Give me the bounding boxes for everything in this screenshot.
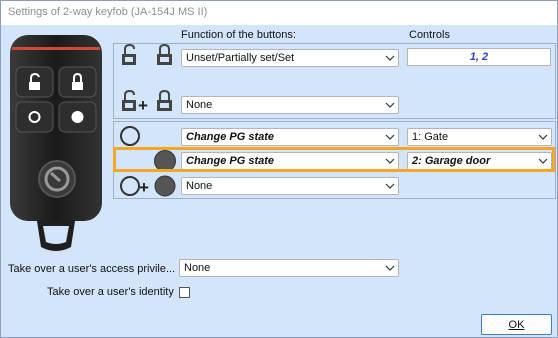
function-header: Function of the buttons: — [181, 29, 296, 41]
controls-header: Controls — [409, 29, 450, 41]
settings-dialog: Settings of 2-way keyfob (JA-154J MS II)… — [0, 0, 558, 338]
access-privileges-select[interactable]: None — [179, 259, 399, 277]
svg-text:+: + — [139, 178, 149, 197]
highlight-frame — [113, 147, 555, 172]
svg-text:+: + — [138, 96, 148, 115]
window-title: Settings of 2-way keyfob (JA-154J MS II) — [8, 6, 208, 18]
title-bar: Settings of 2-way keyfob (JA-154J MS II) — [1, 1, 557, 25]
row1-controls-field[interactable]: 1, 2 — [407, 48, 551, 66]
row5-function-select[interactable]: None — [181, 177, 399, 195]
chevron-down-icon — [538, 134, 548, 140]
identity-checkbox[interactable] — [179, 287, 190, 298]
chevron-down-icon — [385, 55, 395, 61]
chevron-down-icon — [385, 265, 395, 271]
unlock-lock-icon — [122, 44, 172, 65]
row2-function-select[interactable]: None — [181, 96, 399, 114]
chevron-down-icon — [385, 102, 395, 108]
chevron-down-icon — [385, 134, 395, 140]
row3-function-select[interactable]: Change PG state — [181, 128, 399, 146]
identity-label: Take over a user's identity — [47, 286, 174, 298]
chevron-down-icon — [385, 183, 395, 189]
row1-function-select[interactable]: Unset/Partially set/Set — [181, 49, 399, 67]
unlock-plus-lock-icon: + — [122, 89, 172, 115]
access-privileges-label: Take over a user's access privile... — [8, 263, 176, 275]
ring-plus-filled-icon: + — [120, 175, 176, 197]
keyfob-image — [10, 35, 102, 251]
row3-controls-select[interactable]: 1: Gate — [407, 128, 552, 146]
ok-button[interactable]: OK — [481, 314, 552, 335]
ring-button-icon — [120, 126, 140, 146]
